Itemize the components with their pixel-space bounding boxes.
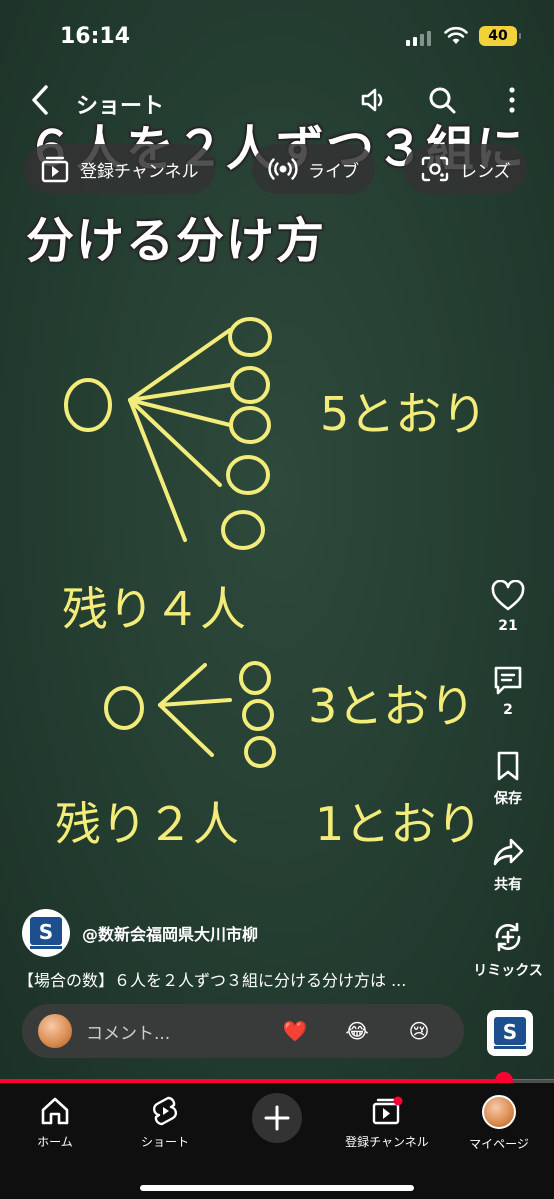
chalk-circle (226, 455, 270, 495)
channel-logo: S (494, 1017, 526, 1049)
shorts-icon (152, 1096, 178, 1126)
svg-text:S: S (39, 920, 53, 944)
svg-text:S: S (503, 1020, 517, 1044)
remix-label: リミックス (473, 963, 543, 979)
volume-icon[interactable] (358, 84, 390, 116)
subscriptions-icon (41, 156, 69, 183)
pill-label: レンズ (460, 161, 511, 182)
channel-name[interactable]: @数新会福岡県大川市柳 (82, 921, 258, 945)
chalk-arrow (158, 698, 232, 707)
signal-icon (406, 30, 431, 46)
chalk-remain-c: 残り２人 (55, 797, 239, 851)
status-bar: 16:14 40 (0, 0, 554, 70)
pill-label: ライブ (308, 161, 359, 182)
chalk-circle (244, 736, 276, 768)
subscriptions-icon (372, 1096, 403, 1125)
pill-live[interactable]: ライブ (252, 144, 375, 194)
like-count: 21 (498, 618, 518, 634)
chalk-circle (242, 699, 274, 731)
save-label: 保存 (494, 791, 522, 807)
share-icon (493, 838, 524, 866)
lens-icon (421, 156, 449, 182)
emoji-laugh-button[interactable]: 😂 (326, 1019, 388, 1043)
chalk-count-c: 1とおり (315, 797, 482, 851)
battery-indicator: 40 (479, 26, 521, 46)
avatar (482, 1095, 516, 1129)
comment-icon (494, 666, 522, 695)
remix-button[interactable]: リミックス (468, 920, 548, 980)
home-indicator (140, 1185, 414, 1191)
comment-placeholder[interactable]: コメント... (86, 1019, 264, 1044)
create-icon (264, 1105, 290, 1131)
remix-icon (495, 922, 521, 952)
chalk-circle (230, 366, 270, 404)
video-title-overlay: ６人を２人ずつ３組に 分ける分け方 (26, 103, 526, 287)
channel-logo: S (30, 917, 62, 949)
comment-count: 2 (503, 702, 513, 718)
emoji-cry-button[interactable]: 😢 (388, 1019, 450, 1043)
pill-lens[interactable]: レンズ (404, 144, 527, 194)
share-label: 共有 (494, 877, 522, 893)
video-description[interactable]: 【場合の数】６人を２人ずつ３組に分ける分け方は ... (18, 967, 458, 991)
chalk-remain-a: 残り４人 (62, 582, 246, 636)
video-title-line2: 分ける分け方 (26, 213, 327, 269)
nav-shorts[interactable]: ショート (110, 1095, 220, 1150)
notification-dot (393, 1096, 403, 1106)
comment-input-bar[interactable]: コメント... ❤️ 😂 😢 (22, 1004, 464, 1058)
share-button[interactable]: 共有 (468, 836, 548, 894)
chalk-arrow (158, 663, 207, 707)
emoji-heart-button[interactable]: ❤️ (264, 1019, 326, 1043)
status-time: 16:14 (60, 24, 131, 49)
nav-label: 登録チャンネル (345, 1135, 429, 1149)
nav-label: ショート (140, 1135, 189, 1149)
wifi-icon (444, 26, 468, 44)
avatar (38, 1014, 72, 1048)
create-button[interactable] (252, 1093, 302, 1143)
screen: 5とおり 残り４人 3とおり 残り２人 1とおり ６人を２人ずつ３組に 分ける分… (0, 0, 554, 1199)
pill-label: 登録チャンネル (80, 161, 199, 182)
nav-label: マイページ (469, 1137, 529, 1151)
shorts-header-label: ショート (76, 94, 165, 119)
channel-avatar[interactable]: S (22, 909, 70, 957)
nav-home[interactable]: ホーム (0, 1095, 110, 1150)
chalk-count-a: 5とおり (320, 387, 487, 441)
search-icon[interactable] (426, 84, 458, 116)
heart-icon (491, 580, 525, 611)
pill-subscriptions[interactable]: 登録チャンネル (24, 144, 215, 194)
chalk-circle (221, 510, 265, 550)
chalk-circle (104, 686, 144, 730)
nav-subscriptions[interactable]: 登録チャンネル (332, 1095, 442, 1150)
bookmark-icon (497, 751, 519, 781)
comment-button[interactable]: 2 (468, 664, 548, 718)
chalk-arrow (128, 398, 187, 542)
chalk-circle (229, 406, 271, 444)
sound-thumbnail[interactable]: S (487, 1010, 533, 1056)
chalk-circle (239, 661, 271, 695)
chalk-circle (64, 378, 112, 432)
chalk-circle (228, 317, 272, 357)
more-vert-icon[interactable] (496, 84, 528, 116)
chalk-arrow (158, 703, 214, 757)
nav-mypage[interactable]: マイページ (444, 1095, 554, 1152)
live-icon (268, 158, 298, 180)
nav-label: ホーム (37, 1135, 73, 1149)
chalk-arrow (128, 328, 232, 402)
save-button[interactable]: 保存 (468, 750, 548, 808)
bottom-nav: ホーム ショート 登録チャンネル マイページ (0, 1083, 554, 1199)
like-button[interactable]: 21 (468, 580, 548, 634)
home-icon (41, 1097, 69, 1125)
back-icon[interactable] (26, 83, 56, 117)
chalk-count-b: 3とおり (308, 679, 475, 733)
